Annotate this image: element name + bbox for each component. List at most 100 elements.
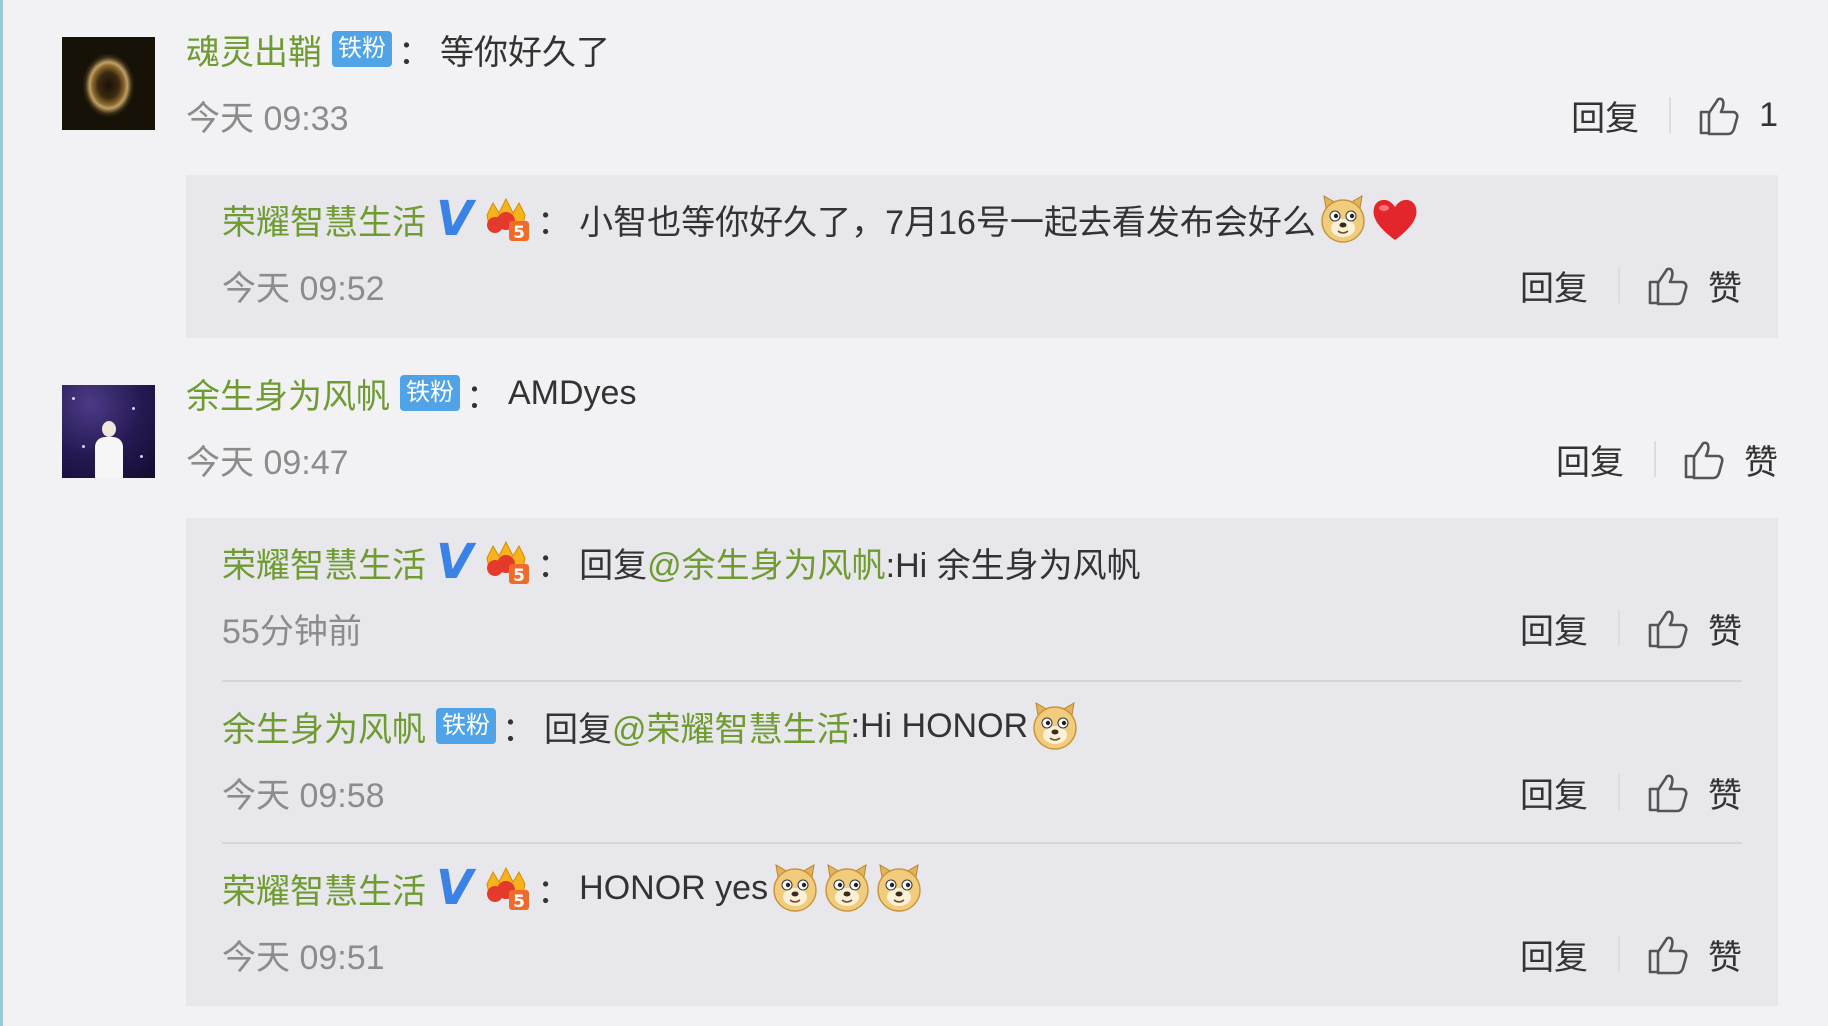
comment-body: 余生身为风帆 铁粉 ： AMDyes 今天 09:47 回复 赞: [186, 369, 1778, 483]
fan-badge[interactable]: 铁粉: [332, 31, 392, 67]
reply-item: 荣耀智慧生活 V ： HONOR yes 今天 09:51 回复 赞: [222, 842, 1742, 1004]
colon: ：: [398, 33, 432, 72]
comment-time: 今天 09:47: [186, 443, 349, 482]
crown-level-icon[interactable]: [481, 864, 531, 912]
mention-link[interactable]: @余生身为风帆: [647, 538, 886, 587]
like-button[interactable]: 赞: [1646, 930, 1742, 979]
divider: [1618, 936, 1620, 972]
verified-v-icon[interactable]: V: [436, 195, 473, 243]
reply-line: 荣耀智慧生活 V ： 回复 @余生身为风帆 :Hi 余生身为风帆: [222, 538, 1742, 586]
fan-badge[interactable]: 铁粉: [436, 708, 496, 744]
reply-button[interactable]: 回复: [1520, 768, 1588, 817]
verified-v-icon[interactable]: V: [436, 864, 473, 912]
doge-emoji-icon: [874, 863, 924, 913]
like-label: 赞: [1708, 269, 1742, 308]
thumbs-up-icon: [1646, 770, 1690, 814]
thumbs-up-icon: [1697, 93, 1741, 137]
reply-button[interactable]: 回复: [1520, 930, 1588, 979]
reply-meta: 今天 09:52 回复 赞: [222, 261, 1742, 309]
reply-meta: 今天 09:58 回复 赞: [222, 768, 1742, 816]
left-border: [0, 0, 3, 1026]
divider: [1618, 774, 1620, 810]
reply-button[interactable]: 回复: [1520, 261, 1588, 310]
verified-v-icon[interactable]: V: [436, 538, 473, 586]
like-label: 赞: [1708, 776, 1742, 815]
comment-meta: 今天 09:47 回复 赞: [186, 435, 1778, 483]
thumbs-up-icon: [1646, 932, 1690, 976]
doge-emoji-icon: [1318, 194, 1368, 244]
reply-actions: 回复 赞: [1520, 930, 1742, 978]
reply-time: 今天 09:52: [222, 269, 385, 308]
reply-prefix: 回复: [544, 710, 612, 749]
reply-item: 荣耀智慧生活 V ： 小智也等你好久了，7月16号一起去看发布会好么 今天 09…: [222, 175, 1742, 309]
thumbs-up-icon: [1646, 606, 1690, 650]
divider: [1618, 610, 1620, 646]
reply-button[interactable]: 回复: [1556, 435, 1624, 484]
like-button[interactable]: 赞: [1646, 768, 1742, 817]
reply-item: 荣耀智慧生活 V ： 回复 @余生身为风帆 :Hi 余生身为风帆 55分钟前 回…: [222, 518, 1742, 680]
fan-badge[interactable]: 铁粉: [400, 375, 460, 411]
reply-actions: 回复 赞: [1520, 261, 1742, 309]
reply-time: 55分钟前: [222, 612, 362, 651]
thumbs-up-icon: [1682, 437, 1726, 481]
comment-time: 今天 09:33: [186, 99, 349, 138]
username-link[interactable]: 余生身为风帆: [222, 702, 426, 751]
like-label: 赞: [1708, 938, 1742, 977]
comment-meta: 今天 09:33 回复 1: [186, 91, 1778, 139]
avatar-star: [132, 407, 135, 410]
thumbs-up-icon: [1646, 263, 1690, 307]
like-label: 赞: [1744, 443, 1778, 482]
avatar-star: [82, 445, 85, 448]
colon: ：: [537, 546, 572, 585]
like-button[interactable]: 1: [1697, 93, 1778, 137]
avatar-star: [72, 397, 75, 400]
like-button[interactable]: 赞: [1682, 435, 1778, 484]
avatar-figure: [95, 437, 123, 478]
reply-text: :Hi HONOR: [850, 706, 1029, 745]
reply-meta: 今天 09:51 回复 赞: [222, 930, 1742, 978]
reply-line: 荣耀智慧生活 V ： 小智也等你好久了，7月16号一起去看发布会好么: [222, 195, 1742, 243]
like-label: 赞: [1708, 612, 1742, 651]
username-link[interactable]: 荣耀智慧生活: [222, 538, 426, 587]
reply-text: HONOR yes: [579, 868, 769, 907]
username-link[interactable]: 荣耀智慧生活: [222, 864, 426, 913]
reply-button[interactable]: 回复: [1520, 604, 1588, 653]
colon: ：: [466, 377, 500, 416]
reply-actions: 回复 赞: [1520, 604, 1742, 652]
reply-list: 荣耀智慧生活 V ： 回复 @余生身为风帆 :Hi 余生身为风帆 55分钟前 回…: [186, 518, 1778, 1006]
divider: [1618, 267, 1620, 303]
crown-level-icon[interactable]: [481, 538, 531, 586]
avatar[interactable]: [62, 385, 155, 478]
divider: [1669, 97, 1672, 133]
comment-text: 等你好久了: [440, 33, 610, 72]
avatar[interactable]: [62, 37, 155, 130]
comment-actions: 回复 赞: [1556, 435, 1778, 483]
comment-body: 魂灵出鞘 铁粉 ： 等你好久了 今天 09:33 回复 1: [186, 25, 1778, 139]
reply-item: 余生身为风帆 铁粉 ： 回复 @荣耀智慧生活 :Hi HONOR 今天 09:5…: [222, 680, 1742, 842]
comment-line: 魂灵出鞘 铁粉 ： 等你好久了: [186, 25, 1778, 73]
crown-level-icon[interactable]: [481, 195, 531, 243]
reply-meta: 55分钟前 回复 赞: [222, 604, 1742, 652]
doge-emoji-icon: [1030, 701, 1080, 751]
reply-line: 荣耀智慧生活 V ： HONOR yes: [222, 864, 1742, 912]
reply-actions: 回复 赞: [1520, 768, 1742, 816]
reply-button[interactable]: 回复: [1571, 91, 1639, 140]
username-link[interactable]: 荣耀智慧生活: [222, 195, 426, 244]
username-link[interactable]: 魂灵出鞘: [186, 25, 322, 74]
comment-text: AMDyes: [508, 373, 637, 412]
colon: ：: [502, 710, 536, 749]
divider: [1654, 441, 1656, 477]
username-link[interactable]: 余生身为风帆: [186, 369, 390, 418]
like-button[interactable]: 赞: [1646, 604, 1742, 653]
mention-link[interactable]: @荣耀智慧生活: [612, 702, 851, 751]
reply-time: 今天 09:51: [222, 938, 385, 977]
reply-list: 荣耀智慧生活 V ： 小智也等你好久了，7月16号一起去看发布会好么 今天 09…: [186, 175, 1778, 338]
doge-emoji-icon: [822, 863, 872, 913]
reply-text: 小智也等你好久了，7月16号一起去看发布会好么: [579, 203, 1316, 242]
colon: ：: [537, 872, 572, 911]
colon: ：: [537, 203, 572, 242]
comment-item: 余生身为风帆 铁粉 ： AMDyes 今天 09:47 回复 赞: [62, 369, 1778, 482]
red-heart-emoji-icon: [1370, 194, 1420, 244]
reply-line: 余生身为风帆 铁粉 ： 回复 @荣耀智慧生活 :Hi HONOR: [222, 702, 1742, 750]
like-button[interactable]: 赞: [1646, 261, 1742, 310]
